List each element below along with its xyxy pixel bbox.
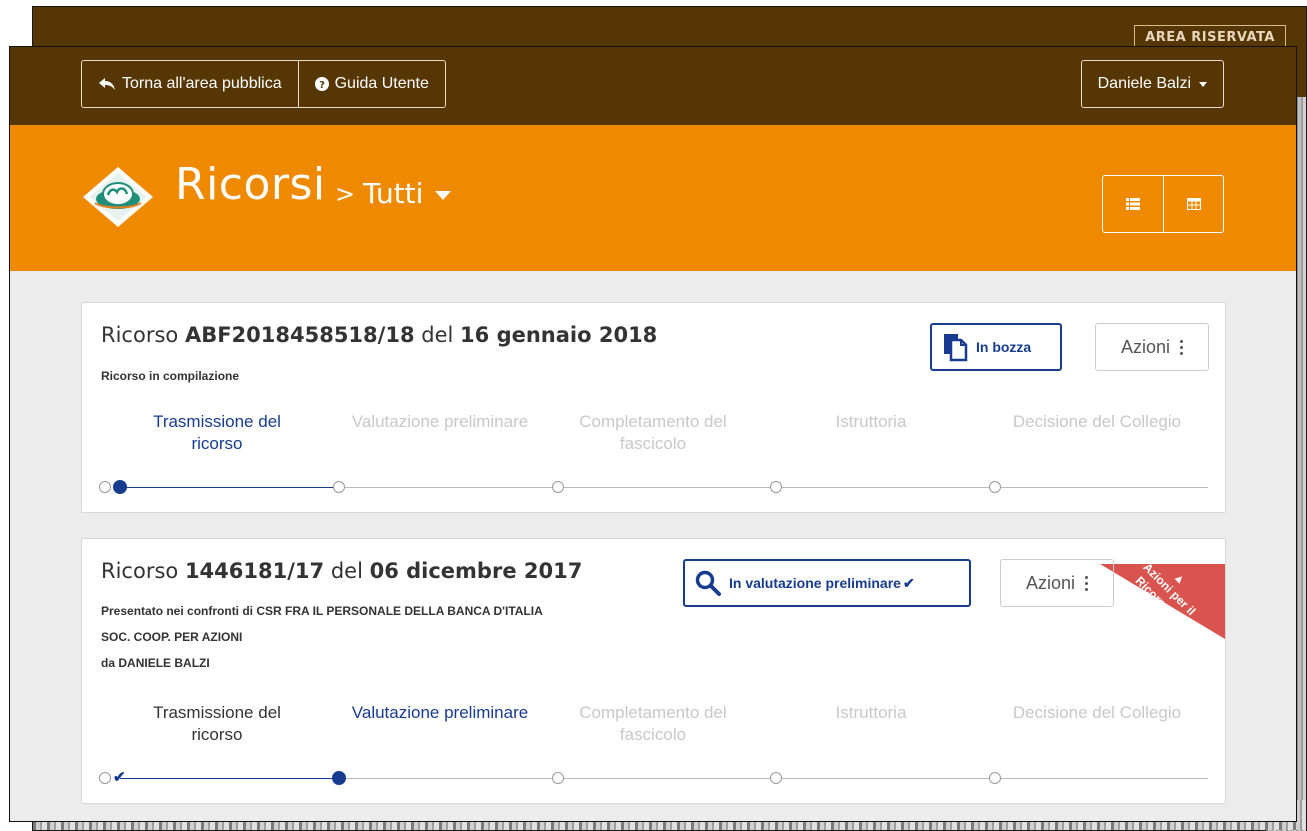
status-badge[interactable]: In valutazione preliminare ✔ — [683, 559, 971, 607]
ricorso-number: ABF2018458518/18 — [184, 323, 415, 347]
progress-stepper: Trasmissione del ricorso Valutazione prel… — [82, 411, 1225, 494]
step-node — [989, 481, 1001, 493]
applicant-line: da DANIELE BALZI — [101, 656, 210, 670]
azioni-label: Azioni — [1120, 336, 1171, 357]
step-label: Completamento del fascicolo — [579, 412, 727, 453]
back-to-public-area-label: Torna all'area pubblica — [122, 75, 282, 92]
ricorso-title-prefix: Ricorso — [101, 323, 179, 347]
view-toggle-group — [1102, 175, 1224, 233]
step-label: Trasmissione del ricorso — [153, 412, 281, 453]
vertical-ellipsis-icon — [1085, 575, 1089, 591]
filter-dropdown[interactable]: > Tutti — [335, 177, 452, 210]
step-label: Istruttoria — [835, 412, 907, 431]
ricorso-date-prefix: del — [421, 323, 454, 347]
vertical-ellipsis-icon — [1180, 339, 1184, 355]
page-title: Ricorsi — [175, 159, 326, 210]
step-node — [99, 481, 111, 493]
top-navbar: Torna all'area pubblica ? Guida Utente D… — [10, 47, 1296, 125]
caret-down-icon — [1199, 81, 1207, 87]
ricorso-card: Ricorso ABF2018458518/18 del 16 gennaio … — [81, 302, 1226, 513]
table-view-button[interactable] — [1163, 176, 1223, 232]
ricorso-subtitle: Ricorso in compilazione — [101, 369, 240, 383]
step-node — [770, 481, 782, 493]
screen: AREA RISERVATA Torna all'area pubblica ?… — [0, 0, 1307, 831]
ricorso-title-prefix: Ricorso — [101, 559, 179, 583]
page-header-banner: Ricorsi > Tutti — [10, 125, 1296, 271]
status-label: In valutazione preliminare — [729, 575, 901, 591]
progress-stepper: Trasmissione del ricorso Valutazione prel… — [82, 702, 1225, 786]
question-circle-icon: ? — [314, 77, 329, 91]
ricorso-date: 06 dicembre 2017 — [369, 559, 583, 583]
ricorso-title: Ricorso ABF2018458518/18 del 16 gennaio … — [101, 323, 657, 347]
progress-track-done — [120, 778, 336, 779]
step-label: Valutazione preliminare — [351, 703, 529, 722]
filter-label: Tutti — [363, 177, 424, 210]
magnifier-icon — [695, 570, 721, 596]
status-badge[interactable]: In bozza — [930, 323, 1062, 371]
applicant-name: DANIELE BALZI — [118, 656, 210, 670]
ricorso-number: 1446181/17 — [184, 559, 325, 583]
app-logo-icon — [83, 167, 153, 227]
user-guide-button[interactable]: ? Guida Utente — [297, 61, 445, 107]
documents-icon — [944, 334, 968, 362]
svg-text:?: ? — [319, 80, 325, 91]
step-node — [99, 772, 111, 784]
ricorso-title: Ricorso 1446181/17 del 06 dicembre 2017 — [101, 559, 582, 583]
azioni-button[interactable]: Azioni — [1095, 323, 1209, 371]
ricorso-date: 16 gennaio 2018 — [460, 323, 658, 347]
azioni-button[interactable]: Azioni — [1000, 559, 1114, 607]
step-node — [989, 772, 1001, 784]
step-label: Istruttoria — [835, 703, 907, 722]
step-label: Completamento del fascicolo — [579, 703, 727, 744]
back-to-public-area-button[interactable]: Torna all'area pubblica — [82, 61, 298, 107]
step-node — [770, 772, 782, 784]
table-view-icon — [1186, 198, 1201, 210]
respondent-line-cont: SOC. COOP. PER AZIONI — [101, 630, 243, 644]
checkmark-icon: ✔ — [902, 574, 915, 591]
caret-down-icon — [435, 191, 452, 200]
reply-arrow-icon — [99, 78, 115, 90]
progress-track-done — [120, 487, 336, 488]
respondent-prefix: Presentato nei confronti di — [101, 604, 254, 618]
status-label: In bozza — [976, 339, 1032, 355]
step-label: Decisione del Collegio — [1012, 412, 1182, 431]
step-label: Decisione del Collegio — [1012, 703, 1182, 722]
user-menu-button[interactable]: Daniele Balzi — [1080, 60, 1224, 108]
applicant-prefix: da — [101, 656, 116, 670]
ricorso-date-prefix: del — [330, 559, 363, 583]
step-node-current — [113, 480, 127, 494]
respondent-line: Presentato nei confronti di CSR FRA IL P… — [101, 604, 543, 618]
step-node — [333, 481, 345, 493]
respondent-name: CSR FRA IL PERSONALE DELLA BANCA D'ITALI… — [256, 604, 543, 618]
list-view-icon — [1126, 198, 1140, 210]
step-node — [552, 481, 564, 493]
step-label: Trasmissione del ricorso — [153, 703, 281, 744]
breadcrumb-separator: > — [335, 179, 356, 208]
main-window: Torna all'area pubblica ? Guida Utente D… — [9, 46, 1297, 822]
nav-button-group: Torna all'area pubblica ? Guida Utente — [81, 60, 446, 108]
user-name: Daniele Balzi — [1097, 75, 1191, 92]
user-guide-label: Guida Utente — [334, 75, 429, 92]
step-done-check-icon: ✔ — [113, 769, 126, 786]
step-label: Valutazione preliminare — [351, 412, 529, 431]
step-node — [552, 772, 564, 784]
azioni-label: Azioni — [1025, 572, 1076, 593]
step-node-current — [332, 771, 346, 785]
ricorso-card: ▲ Azioni per il Ricorrente Ricorso 14461… — [81, 538, 1226, 804]
list-view-button[interactable] — [1103, 176, 1163, 232]
